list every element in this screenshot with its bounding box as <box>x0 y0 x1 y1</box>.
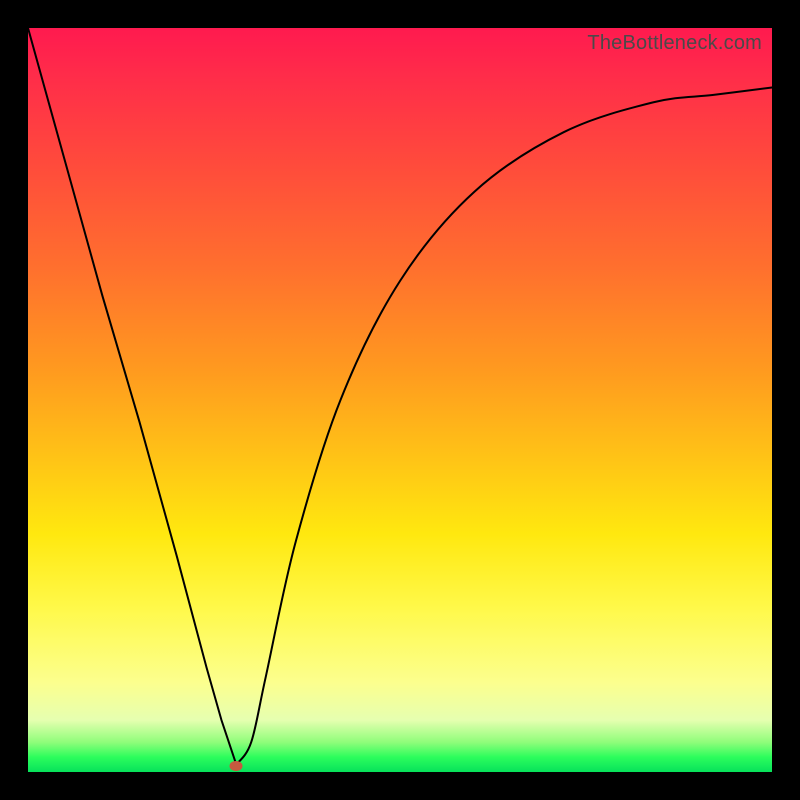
bottleneck-curve <box>28 28 772 772</box>
minimum-marker <box>230 761 243 771</box>
curve-path <box>28 28 772 765</box>
chart-frame: TheBottleneck.com <box>0 0 800 800</box>
watermark-text: TheBottleneck.com <box>587 32 762 55</box>
plot-area: TheBottleneck.com <box>28 28 772 772</box>
